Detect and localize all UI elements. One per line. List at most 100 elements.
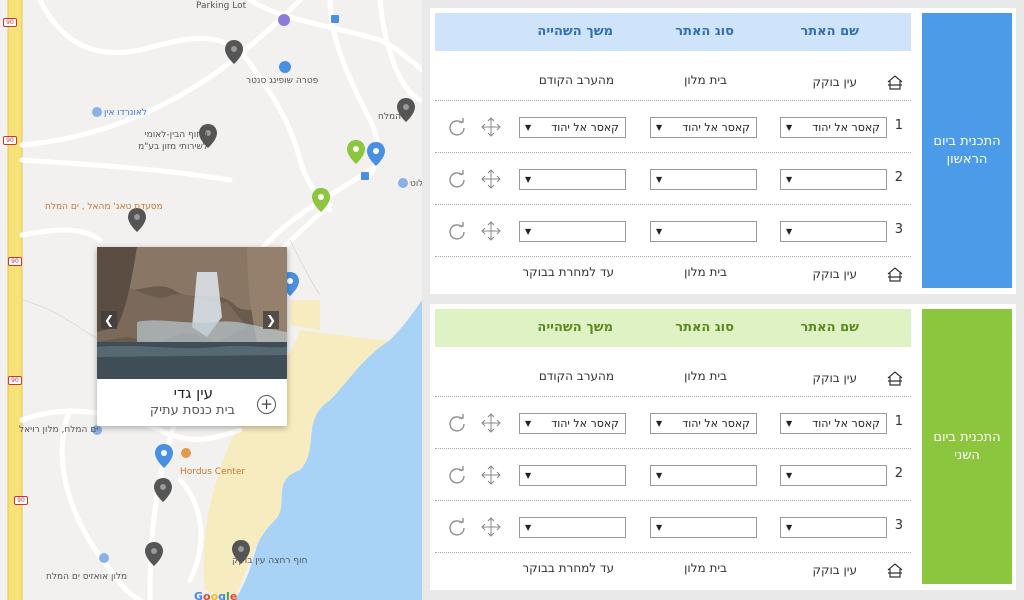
row-number: 3 [894,222,903,237]
end-site-name: עין בוקק [812,563,857,577]
map-label-public-beach: חוף רחצה עין בוקק [232,556,308,566]
end-duration: עד למחרת בבוקר [522,561,614,575]
move-icon[interactable] [481,517,501,537]
site-type-select[interactable]: קאסר אל יהוד ▼ [650,413,757,434]
start-site-name: עין בוקק [812,371,857,385]
duration-select[interactable]: ▼ [519,169,626,190]
end-row: עין בוקק בית מלון עד למחרת בבוקר [435,553,911,593]
move-icon[interactable] [481,221,501,241]
site-name-select[interactable]: ▼ [780,517,887,538]
header-duration: משך השהייה [537,320,613,335]
table-header: שם האתר סוג האתר משך השהייה [435,13,911,51]
site-name-select[interactable]: קאסר אל יהוד ▼ [780,413,887,434]
start-site-name: עין בוקק [812,75,857,89]
move-icon[interactable] [481,465,501,485]
refresh-icon[interactable] [447,222,466,241]
table-row: 3 ▼ ▼ ▼ [435,205,911,257]
start-site-type: בית מלון [684,369,727,383]
home-icon [887,75,903,90]
home-icon [887,371,903,386]
map-label-beach-access: החוף הבין-לאומי לשירותי מזון בע"מ [138,130,208,152]
popup-prev-arrow[interactable]: ❮ [101,311,117,329]
end-site-type: בית מלון [684,561,727,575]
header-site-name: שם האתר [800,24,859,39]
map-label-shopping: פטרה שופינג סנטר [246,76,319,86]
start-duration: מהערב הקודם [538,369,614,383]
site-name-select[interactable]: קאסר אל יהוד ▼ [780,117,887,138]
header-site-type: סוג האתר [675,24,734,39]
add-to-plan-icon[interactable]: + [257,395,276,414]
start-row: עין בוקק בית מלון מהערב הקודם [435,357,911,397]
table-row: 1 קאסר אל יהוד ▼ קאסר אל יהוד ▼ קאסר אל יה… [435,101,911,153]
table-row: 3 ▼ ▼ ▼ [435,501,911,553]
plan-table: שם האתר סוג האתר משך השהייה עין בוקק בית… [435,13,911,289]
day-label: התכנית ביום הראשון [922,13,1012,288]
site-type-select[interactable]: ▼ [650,517,757,538]
site-popup[interactable]: ❮ ❯ עין גדי בית כנסת עתיק + [97,247,287,426]
header-site-name: שם האתר [800,320,859,335]
map-label-hotel-royal: ים המלח, מלון רויאל [19,425,99,435]
map-label-oasis: מלון אואזיס ים המלח [46,572,128,582]
day-plan-1: התכנית ביום הראשון שם האתר סוג האתר משך … [430,8,1016,294]
move-icon[interactable] [481,413,501,433]
start-site-type: בית מלון [684,73,727,87]
route-90-shield: 90 [8,376,22,385]
day-plan-2: התכנית ביום השני שם האתר סוג האתר משך הש… [430,304,1016,590]
map-label-hordus: Hordus Center [180,467,246,477]
map-label-lot: לוט [410,179,422,189]
map-label-leonardo: לאונרדו אין [104,108,147,118]
move-icon[interactable] [481,169,501,189]
route-90-shield: 90 [8,257,22,266]
home-icon [887,267,903,282]
site-type-select[interactable]: קאסר אל יהוד ▼ [650,117,757,138]
row-number: 3 [894,518,903,533]
google-logo: Google [194,590,238,600]
duration-select[interactable]: ▼ [519,221,626,242]
site-name-select[interactable]: ▼ [780,221,887,242]
start-duration: מהערב הקודם [538,73,614,87]
row-number: 2 [894,170,903,185]
site-type-select[interactable]: ▼ [650,221,757,242]
popup-subtitle: בית כנסת עתיק [149,403,235,418]
map-view[interactable]: 90 90 90 90 90 Parking Lot פטרה שופינג ס… [0,0,422,600]
duration-select[interactable]: קאסר אל יהוד ▼ [519,413,626,434]
end-row: עין בוקק בית מלון עד למחרת בבוקר [435,257,911,297]
end-site-type: בית מלון [684,265,727,279]
duration-select[interactable]: קאסר אל יהוד ▼ [519,117,626,138]
row-number: 1 [894,118,903,133]
route-90-shield: 90 [3,18,17,27]
home-icon [887,563,903,578]
header-site-type: סוג האתר [675,320,734,335]
row-number: 2 [894,466,903,481]
map-label-parking: Parking Lot [196,1,247,11]
table-row: 1 קאסר אל יהוד ▼ קאסר אל יהוד ▼ קאסר אל יה… [435,397,911,449]
table-row: 2 ▼ ▼ ▼ [435,449,911,501]
site-name-select[interactable]: ▼ [780,169,887,190]
map-label-salt-sea: המלח [378,112,401,122]
route-90-shield: 90 [3,136,17,145]
plan-table: שם האתר סוג האתר משך השהייה עין בוקק בית… [435,309,911,585]
table-header: שם האתר סוג האתר משך השהייה [435,309,911,347]
refresh-icon[interactable] [447,118,466,137]
row-number: 1 [894,414,903,429]
move-icon[interactable] [481,117,501,137]
refresh-icon[interactable] [447,414,466,433]
site-photo [97,247,287,379]
end-site-name: עין בוקק [812,267,857,281]
map-label-restaurant: מסעדת טאג' מהאל , ים המלח [45,202,163,212]
header-duration: משך השהייה [537,24,613,39]
site-type-select[interactable]: ▼ [650,169,757,190]
site-name-select[interactable]: ▼ [780,465,887,486]
refresh-icon[interactable] [447,170,466,189]
popup-next-arrow[interactable]: ❯ [263,311,279,329]
popup-title: עין גדי [173,384,213,402]
end-duration: עד למחרת בבוקר [522,265,614,279]
day-label: התכנית ביום השני [922,309,1012,584]
table-row: 2 ▼ ▼ ▼ [435,153,911,205]
refresh-icon[interactable] [447,518,466,537]
route-90-shield: 90 [14,496,28,505]
duration-select[interactable]: ▼ [519,465,626,486]
refresh-icon[interactable] [447,466,466,485]
duration-select[interactable]: ▼ [519,517,626,538]
site-type-select[interactable]: ▼ [650,465,757,486]
